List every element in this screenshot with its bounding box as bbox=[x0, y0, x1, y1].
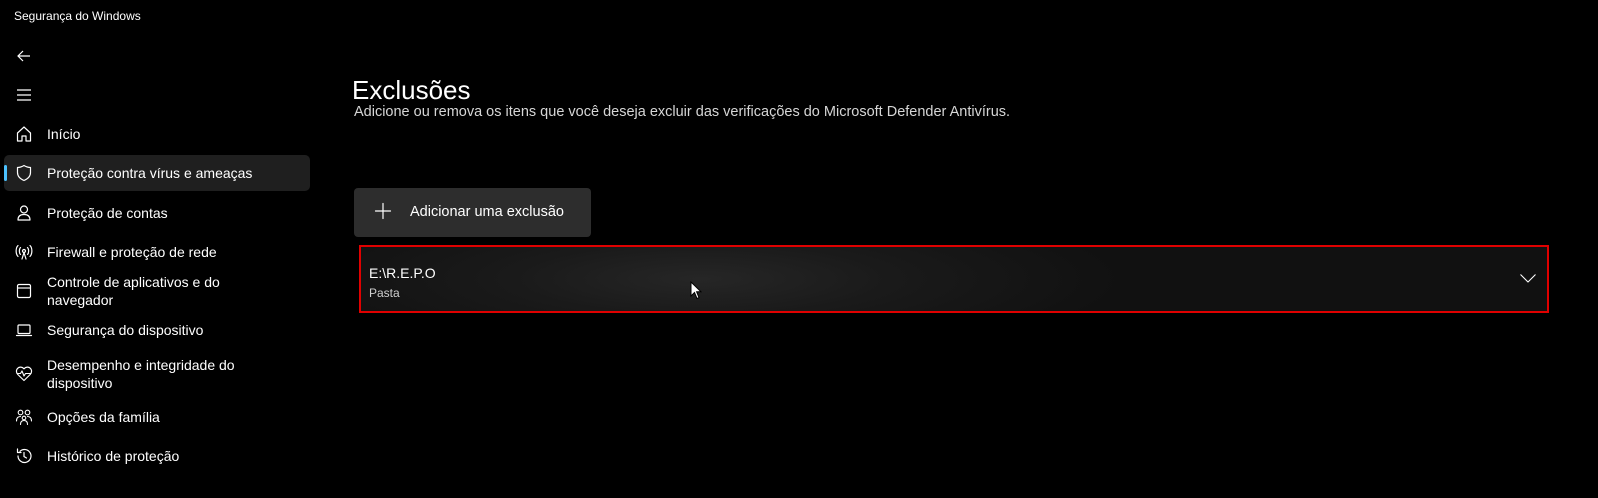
sidebar-item-label: Desempenho e integridade do dispositivo bbox=[47, 356, 235, 391]
sidebar-nav: Início Proteção contra vírus e ameaças P… bbox=[4, 116, 310, 477]
sidebar-item-virus-protection[interactable]: Proteção contra vírus e ameaças bbox=[4, 155, 310, 192]
laptop-icon bbox=[14, 320, 34, 340]
sidebar-item-label: Proteção de contas bbox=[47, 204, 168, 221]
sidebar-item-family-options[interactable]: Opções da família bbox=[4, 399, 310, 435]
add-exclusion-button[interactable]: Adicionar uma exclusão bbox=[354, 188, 591, 237]
sidebar-item-protection-history[interactable]: Histórico de proteção bbox=[4, 438, 310, 474]
sidebar-item-label: Histórico de proteção bbox=[47, 448, 180, 465]
sidebar-item-app-browser-control[interactable]: Controle de aplicativos e do navegador bbox=[4, 273, 310, 309]
page-title: Exclusões bbox=[352, 75, 471, 106]
sidebar-item-label: Proteção contra vírus e ameaças bbox=[47, 165, 253, 182]
sidebar-item-device-performance[interactable]: Desempenho e integridade do dispositivo bbox=[4, 352, 310, 396]
shield-icon bbox=[14, 163, 34, 183]
sidebar-item-label: Firewall e proteção de rede bbox=[47, 243, 217, 260]
menu-button[interactable] bbox=[10, 81, 38, 109]
app-window-icon bbox=[14, 281, 34, 301]
exclusion-type: Pasta bbox=[369, 286, 400, 300]
sidebar-item-device-security[interactable]: Segurança do dispositivo bbox=[4, 312, 310, 348]
exclusion-path: E:\R.E.P.O bbox=[369, 265, 436, 281]
add-exclusion-label: Adicionar uma exclusão bbox=[410, 204, 564, 220]
history-icon bbox=[14, 446, 34, 466]
sidebar-item-label: Segurança do dispositivo bbox=[47, 322, 204, 339]
chevron-down-icon[interactable] bbox=[1519, 271, 1537, 285]
back-arrow-icon bbox=[17, 50, 30, 62]
sidebar-item-home[interactable]: Início bbox=[4, 116, 310, 152]
back-button[interactable] bbox=[10, 42, 38, 70]
home-icon bbox=[14, 124, 34, 144]
hamburger-icon bbox=[17, 89, 31, 101]
family-icon bbox=[14, 407, 34, 427]
page-description: Adicione ou remova os itens que você des… bbox=[354, 104, 1011, 120]
plus-icon bbox=[374, 202, 392, 220]
antenna-icon bbox=[14, 242, 34, 262]
person-icon bbox=[14, 203, 34, 223]
exclusion-list-item[interactable]: E:\R.E.P.O Pasta bbox=[359, 245, 1549, 313]
sidebar-item-label: Controle de aplicativos e do navegador bbox=[47, 274, 220, 309]
sidebar-item-firewall[interactable]: Firewall e proteção de rede bbox=[4, 234, 310, 270]
app-title: Segurança do Windows bbox=[14, 9, 141, 23]
sidebar-item-label: Opções da família bbox=[47, 408, 160, 425]
sidebar-item-account-protection[interactable]: Proteção de contas bbox=[4, 195, 310, 231]
sidebar-item-label: Início bbox=[47, 126, 81, 142]
heart-pulse-icon bbox=[14, 364, 34, 384]
